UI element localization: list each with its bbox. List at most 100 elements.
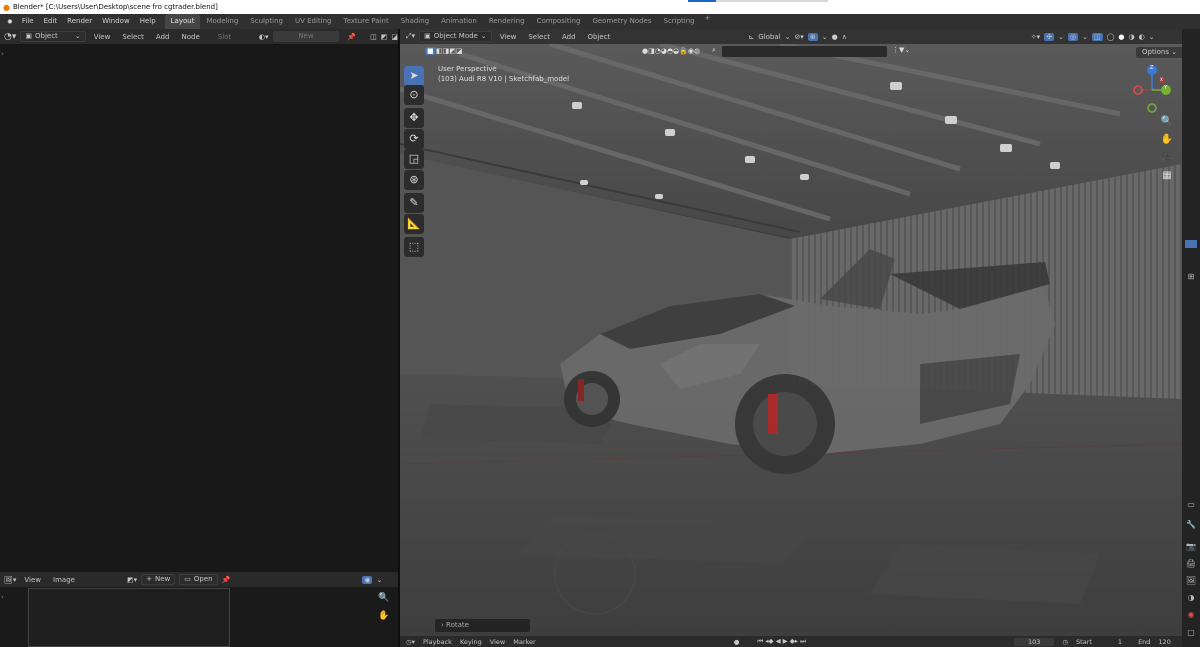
view-layer-icon[interactable]: ●◨◔◕◓◒🔒◉◍	[642, 47, 700, 55]
wrench-icon[interactable]: 🔧	[1185, 520, 1197, 530]
tab-texture-paint[interactable]: Texture Paint	[338, 14, 395, 29]
render-props-icon[interactable]: 📷	[1185, 542, 1197, 552]
camera-view-button[interactable]: 🎥	[1159, 150, 1175, 166]
clock-icon[interactable]: ◷	[1062, 638, 1068, 646]
zoom-view-button[interactable]: 🔍	[1159, 114, 1175, 130]
editor-type-icon[interactable]: ◔▾	[4, 32, 16, 42]
viewport-editor-type-icon[interactable]: ⤢▾	[406, 32, 415, 41]
measure-tool[interactable]: 📐	[404, 214, 424, 234]
viewport-view-menu[interactable]: View	[496, 33, 521, 41]
node-node-menu[interactable]: Node	[177, 33, 203, 41]
tab-modeling[interactable]: Modeling	[200, 14, 244, 29]
timeline-editor-type-icon[interactable]: ◷▾	[406, 638, 415, 646]
object-props-icon[interactable]: ▢	[1185, 628, 1197, 638]
options-dropdown[interactable]: Options ⌄	[1136, 47, 1184, 58]
pan-view-button[interactable]: ✋	[1159, 132, 1175, 148]
menu-file[interactable]: File	[17, 14, 39, 29]
end-frame-field[interactable]: 120	[1158, 638, 1170, 646]
navigation-gizmo[interactable]: Z Y X	[1130, 62, 1174, 116]
node-add-menu[interactable]: Add	[152, 33, 174, 41]
transform-tool[interactable]: ⊛	[404, 170, 424, 190]
timeline-view-menu[interactable]: View	[490, 638, 505, 646]
solid-shading-icon[interactable]: ●	[1118, 33, 1124, 41]
image-browse-icon[interactable]: ◩▾	[127, 576, 137, 584]
image-props-icon[interactable]: 🖼	[1185, 576, 1197, 586]
playback-menu[interactable]: Playback	[423, 638, 452, 646]
sidebar-toggle-icon[interactable]: ›	[1, 50, 4, 58]
slot-dropdown[interactable]: Slot	[218, 33, 255, 41]
annotate-tool[interactable]: ✎	[404, 193, 424, 213]
proportional-edit-icon[interactable]: ●	[832, 33, 838, 41]
keying-menu[interactable]: Keying	[460, 638, 482, 646]
scale-tool[interactable]: ◲	[404, 149, 424, 169]
hand-pan-icon[interactable]: ✋	[378, 611, 389, 621]
last-operator-panel[interactable]: › Rotate	[435, 619, 530, 632]
gizmo-toggle-icon[interactable]: ✣	[1044, 32, 1055, 41]
select-box-icon[interactable]: ■	[425, 47, 436, 55]
falloff-icon[interactable]: ∧	[842, 33, 847, 41]
node-wrangle-icon[interactable]: ◪	[391, 33, 398, 41]
tab-scripting[interactable]: Scripting	[658, 14, 701, 29]
add-workspace-button[interactable]: +	[701, 14, 715, 29]
snap-settings-icon[interactable]: ⌄	[822, 33, 828, 41]
cursor-tool[interactable]: ⊙	[404, 85, 424, 105]
orientation-dropdown[interactable]: Global	[758, 33, 780, 41]
select-box-tool[interactable]: ➤	[404, 66, 424, 86]
tab-rendering[interactable]: Rendering	[483, 14, 531, 29]
tab-compositing[interactable]: Compositing	[531, 14, 587, 29]
image-image-menu[interactable]: Image	[49, 576, 79, 584]
rotate-tool[interactable]: ⟳	[404, 129, 424, 149]
menu-help[interactable]: Help	[135, 14, 161, 29]
outliner-icon[interactable]: ⊞	[1185, 272, 1197, 282]
3d-viewport[interactable]	[400, 44, 1182, 636]
tab-uv-editing[interactable]: UV Editing	[289, 14, 338, 29]
pivot-point-icon[interactable]: ⊘▾	[794, 33, 803, 41]
image-view-menu[interactable]: View	[20, 576, 45, 584]
image-display-icon[interactable]: ◉	[362, 575, 373, 584]
current-frame-field[interactable]: 103	[1013, 637, 1055, 646]
tab-shading[interactable]: Shading	[395, 14, 435, 29]
playback-controls[interactable]: ⏮ ◂◆ ◀ ▶ ◆▸ ⏭	[757, 637, 806, 646]
tab-geometry-nodes[interactable]: Geometry Nodes	[586, 14, 657, 29]
open-image-button[interactable]: ▭ Open	[179, 574, 218, 585]
overlay-icon[interactable]: ◫	[370, 33, 377, 41]
rendered-shading-icon[interactable]: ◐	[1139, 33, 1145, 41]
viewport-select-menu[interactable]: Select	[524, 33, 554, 41]
record-icon[interactable]: ●	[734, 638, 740, 646]
object-mode-dropdown[interactable]: ▣ Object Mode ⌄	[419, 31, 492, 42]
tab-layout[interactable]: Layout	[164, 14, 201, 29]
image-editor-type-icon[interactable]: 🖼▾	[4, 576, 16, 584]
viewport-add-menu[interactable]: Add	[558, 33, 580, 41]
search-icon[interactable]: ⌕	[712, 46, 716, 55]
image-pin-icon[interactable]: 📌	[222, 576, 231, 584]
sidebar-toggle-icon[interactable]: ›	[1, 593, 4, 601]
perspective-toggle-button[interactable]: ▦	[1159, 168, 1175, 184]
tab-animation[interactable]: Animation	[435, 14, 483, 29]
transform-orientation-icon[interactable]: ⊾	[748, 33, 754, 41]
filter-icon[interactable]: ⋮▼⌄	[892, 46, 910, 54]
menu-edit[interactable]: Edit	[39, 14, 63, 29]
search-field[interactable]	[722, 46, 887, 57]
node-select-menu[interactable]: Select	[118, 33, 148, 41]
wireframe-shading-icon[interactable]: ◯	[1107, 33, 1115, 41]
marker-menu[interactable]: Marker	[513, 638, 535, 646]
overlay-toggle-icon[interactable]: ◎	[1067, 32, 1079, 41]
xray-toggle-icon[interactable]: ◫	[1091, 32, 1103, 41]
snap-icon[interactable]: ◩	[381, 33, 388, 41]
new-material-button[interactable]: New	[272, 31, 340, 42]
select-mode-icons[interactable]: ◧◨◩◪	[436, 47, 462, 55]
menu-render[interactable]: Render	[62, 14, 97, 29]
blender-menu-icon[interactable]: ✹	[3, 18, 17, 26]
scene-props-icon[interactable]: ◑	[1185, 593, 1197, 603]
menu-window[interactable]: Window	[97, 14, 135, 29]
pin-icon[interactable]: 📌	[347, 33, 356, 41]
node-editor-canvas[interactable]: ›	[0, 44, 398, 572]
viewport-object-menu[interactable]: Object	[584, 33, 615, 41]
zoom-icon[interactable]: 🔍	[378, 593, 389, 603]
move-tool[interactable]: ✥	[404, 108, 424, 128]
start-frame-field[interactable]: 1	[1118, 638, 1122, 646]
visibility-icon[interactable]: ✧▾	[1031, 33, 1040, 41]
add-cube-tool[interactable]: ⬚	[404, 237, 424, 257]
tab-sculpting[interactable]: Sculpting	[244, 14, 289, 29]
object-type-dropdown[interactable]: ▣ Object ⌄	[20, 31, 86, 42]
